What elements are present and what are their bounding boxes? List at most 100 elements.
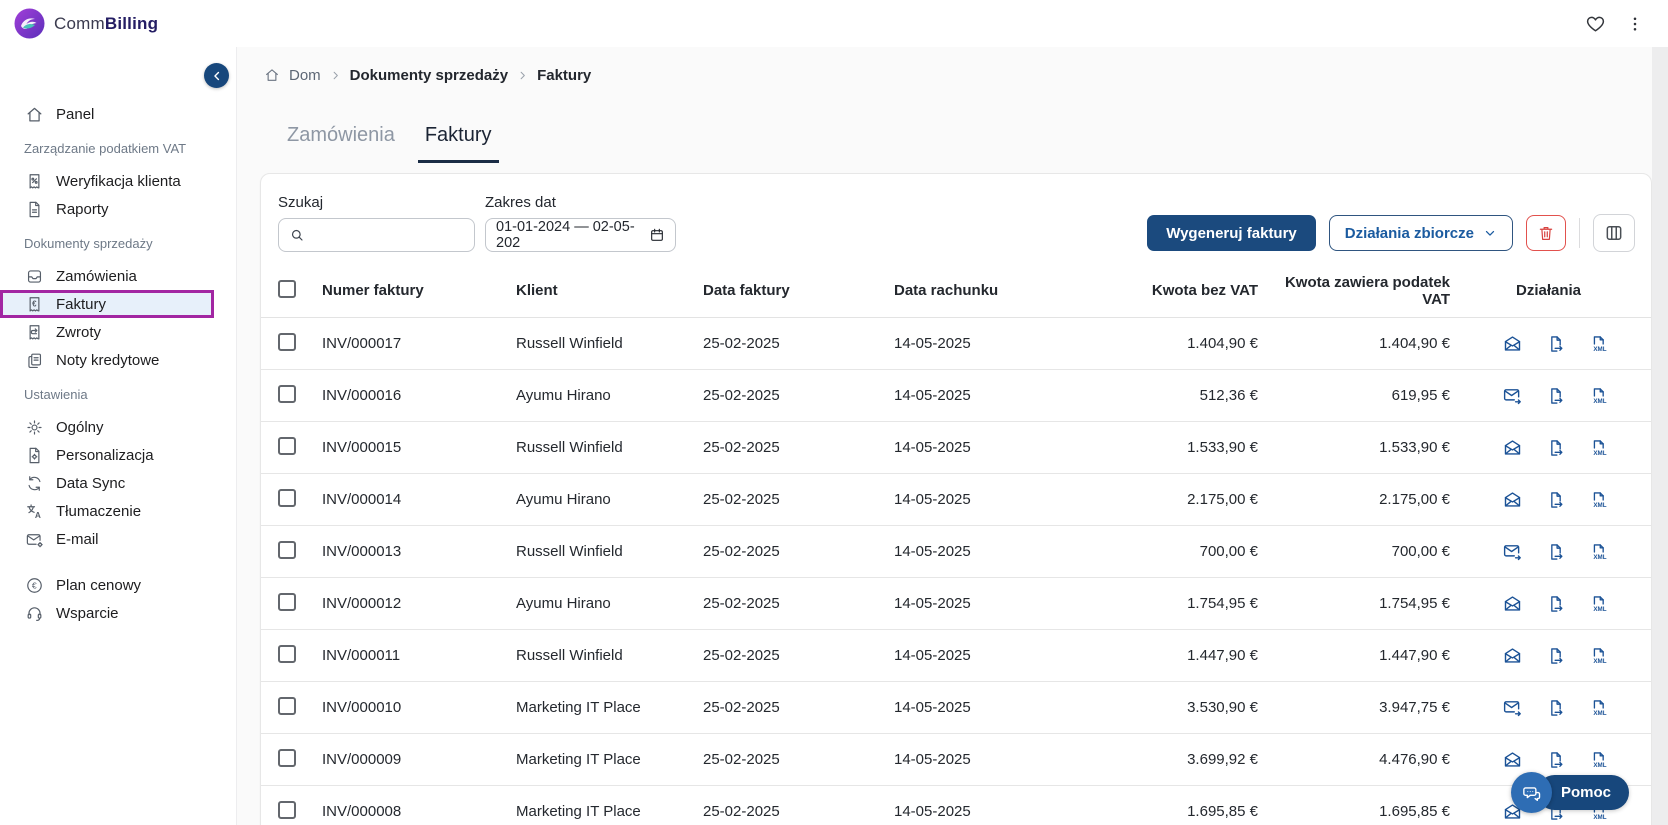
toolbar-divider (1579, 218, 1580, 248)
document-gear-icon (24, 446, 44, 465)
receipt-euro-icon: € (24, 295, 44, 314)
delete-button[interactable] (1526, 215, 1566, 251)
export-document-icon[interactable] (1546, 490, 1566, 510)
help-button[interactable]: Pomoc (1510, 772, 1629, 813)
email-send-icon[interactable] (1502, 697, 1523, 718)
amount-gross: 1.533,90 € (1379, 439, 1450, 456)
date-range-input[interactable]: 01-01-2024 — 02-05-202 (485, 218, 676, 252)
email-open-icon[interactable] (1502, 593, 1523, 614)
email-open-icon[interactable] (1502, 489, 1523, 510)
download-xml-icon[interactable]: XML (1589, 646, 1609, 666)
row-checkbox[interactable] (278, 592, 296, 611)
email-open-icon[interactable] (1502, 333, 1523, 354)
sidebar-item-panel[interactable]: Panel (0, 100, 236, 128)
export-document-icon[interactable] (1546, 646, 1566, 666)
search-input[interactable] (278, 218, 475, 252)
row-checkbox[interactable] (278, 384, 296, 403)
invoice-date: 25-02-2025 (703, 387, 780, 404)
sidebar-item-raporty[interactable]: Raporty (0, 195, 236, 223)
document-icon (24, 200, 44, 219)
sidebar-item-email[interactable]: E-mail (0, 525, 236, 553)
favorite-heart-icon[interactable] (1585, 13, 1606, 34)
sidebar-item-ogolny[interactable]: Ogólny (0, 413, 236, 441)
download-xml-icon[interactable]: XML (1589, 542, 1609, 562)
email-open-icon[interactable] (1502, 437, 1523, 458)
download-xml-icon[interactable]: XML (1589, 438, 1609, 458)
svg-text:XML: XML (1593, 710, 1606, 717)
sidebar-item-label: Raporty (56, 200, 109, 218)
sidebar-item-plan-cenowy[interactable]: € Plan cenowy (0, 571, 236, 599)
column-header-data-rachunku[interactable]: Data rachunku (894, 282, 1100, 299)
sidebar-item-label: Tłumaczenie (56, 502, 142, 520)
breadcrumb-home-icon[interactable] (264, 67, 280, 83)
export-document-icon[interactable] (1546, 750, 1566, 770)
row-checkbox[interactable] (278, 488, 296, 507)
table-toolbar: Wygeneruj faktury Działania zbiorcze (1147, 214, 1635, 252)
amount-gross: 4.476,90 € (1379, 751, 1450, 768)
select-all-checkbox[interactable] (278, 279, 296, 298)
row-checkbox[interactable] (278, 540, 296, 559)
export-document-icon[interactable] (1546, 698, 1566, 718)
row-checkbox[interactable] (278, 436, 296, 455)
sidebar-item-label: Noty kredytowe (56, 351, 160, 369)
breadcrumb-item-dom[interactable]: Dom (289, 67, 321, 84)
sidebar-item-zamowienia[interactable]: Zamówienia (0, 262, 236, 290)
more-options-kebab-icon[interactable] (1626, 15, 1644, 33)
invoice-number: INV/000015 (322, 439, 402, 456)
download-xml-icon[interactable]: XML (1589, 750, 1609, 770)
sidebar-section-ustawienia: Ustawienia (24, 387, 88, 402)
export-document-icon[interactable] (1546, 386, 1566, 406)
row-checkbox[interactable] (278, 800, 296, 819)
sidebar-item-noty-kredytowe[interactable]: Noty kredytowe (0, 346, 236, 374)
export-document-icon[interactable] (1546, 542, 1566, 562)
bulk-actions-button[interactable]: Działania zbiorcze (1328, 215, 1513, 251)
generate-invoices-button[interactable]: Wygeneruj faktury (1147, 215, 1316, 251)
export-document-icon[interactable] (1546, 334, 1566, 354)
amount-net: 1.695,85 € (1187, 803, 1258, 820)
client-name: Russell Winfield (516, 335, 623, 352)
row-checkbox[interactable] (278, 644, 296, 663)
row-checkbox[interactable] (278, 332, 296, 351)
download-xml-icon[interactable]: XML (1589, 334, 1609, 354)
email-send-icon[interactable] (1502, 385, 1523, 406)
column-header-kwota-z-vat[interactable]: Kwota zawiera podatek VAT (1270, 274, 1462, 308)
row-actions: XML (1462, 333, 1635, 354)
sidebar-item-zwroty[interactable]: Zwroty (0, 318, 236, 346)
sidebar-item-data-sync[interactable]: Data Sync (0, 469, 236, 497)
download-xml-icon[interactable]: XML (1589, 490, 1609, 510)
app-logo[interactable]: CommBilling (14, 8, 158, 39)
export-document-icon[interactable] (1546, 594, 1566, 614)
download-xml-icon[interactable]: XML (1589, 386, 1609, 406)
billing-date: 14-05-2025 (894, 491, 971, 508)
row-checkbox[interactable] (278, 696, 296, 715)
amount-net: 1.447,90 € (1187, 647, 1258, 664)
email-open-icon[interactable] (1502, 749, 1523, 770)
sidebar-item-wsparcie[interactable]: Wsparcie (0, 599, 236, 627)
sidebar-item-weryfikacja-klienta[interactable]: Weryfikacja klienta (0, 167, 236, 195)
sidebar-item-faktury[interactable]: € Faktury (0, 290, 214, 318)
tab-faktury[interactable]: Faktury (417, 124, 499, 163)
chat-bubbles-icon (1510, 772, 1552, 813)
sidebar-item-personalizacja[interactable]: Personalizacja (0, 441, 236, 469)
tab-zamowienia[interactable]: Zamówienia (280, 124, 402, 163)
sidebar-collapse-button[interactable] (204, 63, 229, 88)
breadcrumb-item-dokumenty[interactable]: Dokumenty sprzedaży (350, 67, 508, 84)
sidebar-item-tlumaczenie[interactable]: A Tłumaczenie (0, 497, 236, 525)
amount-gross: 1.404,90 € (1379, 335, 1450, 352)
row-checkbox[interactable] (278, 748, 296, 767)
scrollbar-track[interactable] (1652, 47, 1668, 825)
export-document-icon[interactable] (1546, 438, 1566, 458)
column-chooser-button[interactable] (1593, 214, 1635, 252)
column-header-data-faktury[interactable]: Data faktury (703, 282, 894, 299)
column-header-kwota-bez-vat[interactable]: Kwota bez VAT (1100, 282, 1270, 299)
invoice-number: INV/000016 (322, 387, 402, 404)
download-xml-icon[interactable]: XML (1589, 594, 1609, 614)
row-actions: XML (1462, 385, 1635, 406)
email-open-icon[interactable] (1502, 645, 1523, 666)
breadcrumb-item-faktury[interactable]: Faktury (537, 67, 591, 84)
client-name: Russell Winfield (516, 439, 623, 456)
column-header-numer-faktury[interactable]: Numer faktury (322, 282, 516, 299)
download-xml-icon[interactable]: XML (1589, 698, 1609, 718)
email-send-icon[interactable] (1502, 541, 1523, 562)
column-header-klient[interactable]: Klient (516, 282, 703, 299)
